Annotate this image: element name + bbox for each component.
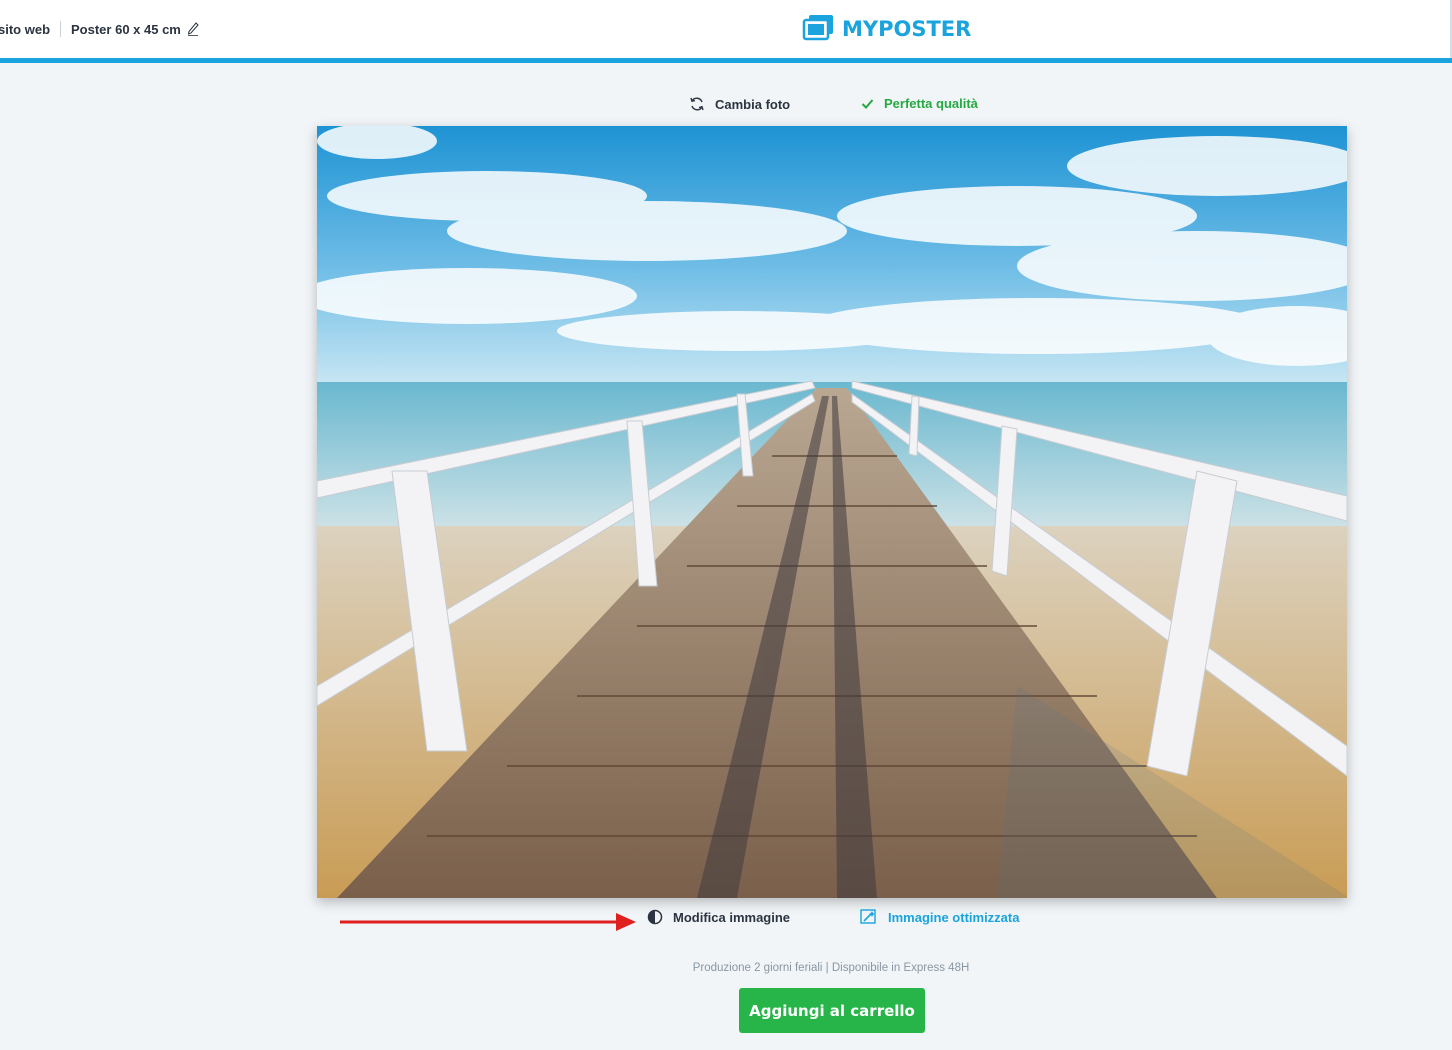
top-actions: Cambia foto Perfetta qualità xyxy=(0,96,1452,118)
breadcrumb-divider xyxy=(60,21,62,37)
myposter-logo-icon xyxy=(802,15,833,41)
logo-text: MYPOSTER xyxy=(842,17,972,41)
pencil-icon[interactable] xyxy=(187,22,199,36)
magic-image-icon xyxy=(860,909,876,924)
breadcrumb-web[interactable]: sito web xyxy=(0,22,50,37)
breadcrumb-poster-size[interactable]: Poster 60 x 45 cm xyxy=(71,22,199,37)
quality-indicator: Perfetta qualità xyxy=(861,96,978,111)
change-photo-button[interactable]: Cambia foto xyxy=(689,96,790,112)
edit-image-label: Modifica immagine xyxy=(673,909,791,925)
pier-photo xyxy=(317,126,1347,898)
check-icon xyxy=(861,98,874,109)
breadcrumb: sito web Poster 60 x 45 cm xyxy=(0,0,199,58)
myposter-logo[interactable]: MYPOSTER xyxy=(800,12,971,46)
production-info: Produzione 2 giorni feriali | Disponibil… xyxy=(692,962,970,974)
header-accent-line xyxy=(0,58,1452,63)
refresh-icon xyxy=(690,97,704,111)
quality-label: Perfetta qualità xyxy=(884,96,978,111)
optimized-image-toggle[interactable]: Immagine ottimizzata xyxy=(860,909,1019,925)
poster-preview-image[interactable] xyxy=(317,126,1347,898)
optimized-image-label: Immagine ottimizzata xyxy=(888,909,1020,925)
poster-size-label: Poster 60 x 45 cm xyxy=(71,21,181,37)
red-arrow-annotation xyxy=(340,913,636,931)
header: sito web Poster 60 x 45 cm MYPOSTER xyxy=(0,0,1452,60)
change-photo-label: Cambia foto xyxy=(715,96,791,112)
add-to-cart-button[interactable]: Aggiungi al carrello xyxy=(739,988,925,1033)
edit-image-button[interactable]: Modifica immagine xyxy=(647,909,790,925)
contrast-icon xyxy=(647,909,663,925)
